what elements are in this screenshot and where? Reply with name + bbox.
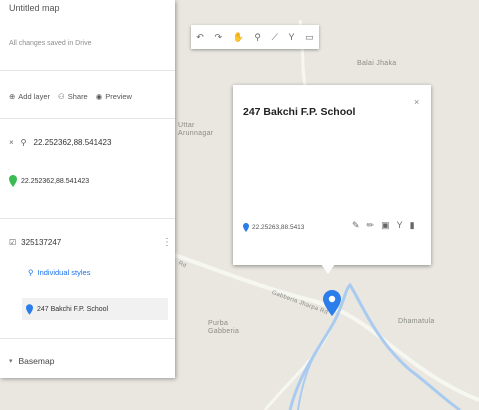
map-pin-icon[interactable]: [323, 290, 341, 316]
photo-icon[interactable]: ▣: [381, 220, 390, 231]
preview-icon: ◉: [95, 92, 103, 101]
ruler-icon[interactable]: ▭: [305, 32, 314, 43]
share-icon: ⚇: [57, 92, 65, 101]
layer-checkbox[interactable]: ☑: [9, 238, 16, 247]
add-layer-button[interactable]: ⊕ Add layer: [9, 92, 50, 101]
redo-icon[interactable]: ↷: [214, 32, 222, 43]
directions-icon[interactable]: Y: [397, 220, 403, 231]
layer-style-label: Individual styles: [37, 268, 91, 277]
save-status: All changes saved in Drive: [9, 40, 92, 47]
chevron-down-icon: ▾: [9, 358, 13, 365]
add-layer-label: Add layer: [18, 92, 50, 101]
layer-style-link[interactable]: ⚲ Individual styles: [28, 268, 90, 277]
popup-coordinates: 22.25263,88.5413: [243, 223, 304, 232]
undo-icon[interactable]: ↶: [196, 32, 204, 43]
search-query: 22.252362,88.541423: [33, 138, 112, 147]
paint-icon[interactable]: ✎: [352, 220, 360, 231]
divider: [0, 70, 175, 71]
delete-icon[interactable]: ▮: [410, 220, 415, 231]
layer-name[interactable]: 325137247: [21, 238, 61, 247]
layers-panel: Untitled map All changes saved in Drive …: [0, 0, 175, 378]
popup-actions: ✎ ✏ ▣ Y ▮: [352, 220, 415, 231]
map-title[interactable]: Untitled map: [9, 3, 60, 13]
basemap-label: Basemap: [18, 356, 55, 366]
close-icon[interactable]: ×: [9, 138, 14, 147]
marker-icon[interactable]: ⚲: [254, 32, 261, 43]
marker-icon: [243, 223, 249, 232]
edit-icon[interactable]: ✏: [367, 220, 375, 231]
search-result-label: 22.252362,88.541423: [21, 177, 90, 185]
hand-icon[interactable]: ✋: [233, 32, 244, 43]
close-icon[interactable]: ×: [414, 97, 419, 107]
feature-label: 247 Bakchi F.P. School: [37, 305, 109, 313]
share-button[interactable]: ⚇ Share: [58, 92, 88, 101]
share-label: Share: [67, 92, 88, 101]
layer-options-icon[interactable]: ⋮: [162, 237, 172, 248]
map-label-purba-gabberia: Purba Gabberia: [208, 320, 240, 335]
add-layer-icon: ⊕: [9, 92, 16, 101]
divider: [0, 338, 175, 339]
route-icon[interactable]: Y: [288, 32, 294, 42]
map-label-balai-jhaka: Balai Jhaka: [357, 60, 397, 67]
preview-button[interactable]: ◉ Preview: [96, 92, 132, 101]
feature-item[interactable]: 247 Bakchi F.P. School: [22, 298, 168, 320]
basemap-toggle[interactable]: ▾ Basemap: [9, 356, 54, 366]
divider: [0, 118, 175, 119]
blue-pin-icon: [26, 303, 33, 315]
river: [288, 282, 461, 410]
style-paint-icon: ⚲: [28, 268, 34, 277]
popup-title: 247 Bakchi F.P. School: [243, 106, 356, 118]
preview-label: Preview: [105, 92, 132, 101]
map-toolbar: ↶ ↷ ✋ ⚲ ⟋ Y ▭: [191, 25, 319, 49]
green-pin-icon: [9, 175, 17, 187]
popup-pointer: [321, 264, 335, 274]
coords-text: 22.25263,88.5413: [252, 224, 305, 231]
divider: [0, 218, 175, 219]
info-window: 247 Bakchi F.P. School × 22.25263,88.541…: [233, 85, 431, 265]
search-icon: ⚲: [20, 138, 27, 147]
search-result-header: × ⚲ 22.252362,88.541423: [9, 138, 111, 147]
panel-actions: ⊕ Add layer ⚇ Share ◉ Preview: [9, 92, 132, 101]
layer-header[interactable]: ☑ 325137247: [9, 238, 61, 247]
map-label-uttar-arunnagar: Uttar Arunnagar: [178, 122, 214, 137]
map-label-dhamatula: Dhamatula: [398, 318, 435, 325]
search-result-item[interactable]: 22.252362,88.541423: [9, 175, 89, 187]
line-icon[interactable]: ⟋: [272, 32, 278, 43]
